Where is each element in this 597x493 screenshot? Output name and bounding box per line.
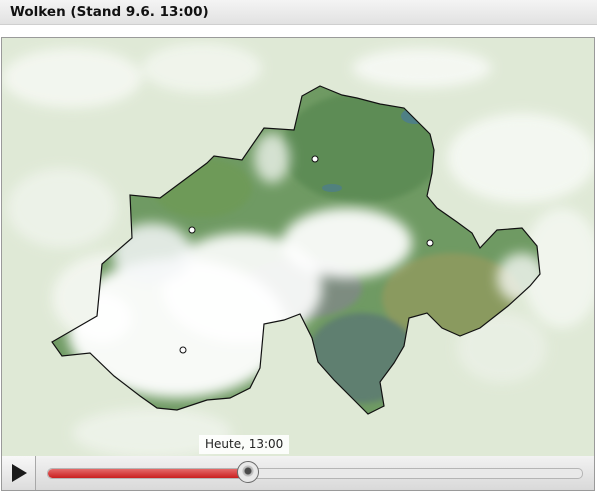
- timeline-progress-fill: [48, 469, 249, 478]
- timestamp-label: Heute, 13:00: [199, 435, 290, 454]
- player-controls: [1, 456, 595, 491]
- play-button[interactable]: [2, 456, 36, 490]
- timeline-slider-thumb[interactable]: [237, 461, 259, 483]
- city-marker: [179, 346, 187, 354]
- city-marker: [188, 226, 196, 234]
- city-marker: [311, 155, 319, 163]
- play-icon: [12, 464, 27, 482]
- page-title: Wolken (Stand 9.6. 13:00): [10, 4, 209, 20]
- city-marker: [426, 239, 434, 247]
- weather-map: [1, 37, 595, 457]
- title-bar: Wolken (Stand 9.6. 13:00): [0, 0, 597, 25]
- timeline-slider-track[interactable]: [47, 468, 583, 479]
- cloud-map-image: [2, 38, 594, 456]
